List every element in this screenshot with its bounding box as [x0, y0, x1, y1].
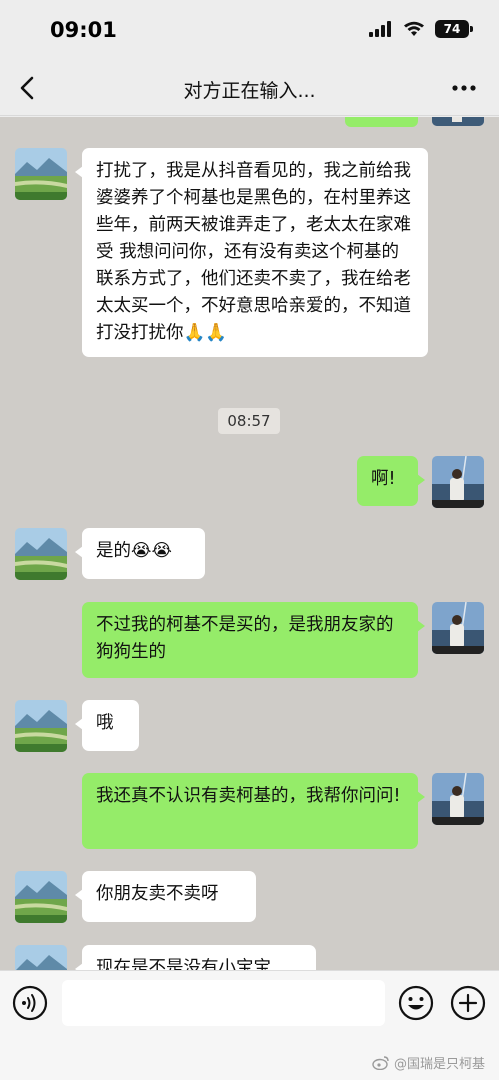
signal-icon: [369, 21, 391, 37]
emoji-icon[interactable]: [398, 985, 434, 1021]
message-bubble-received[interactable]: 打扰了，我是从抖音看见的，我之前给我婆婆养了个柯基也是黑色的，在村里养这些年，前…: [75, 148, 428, 357]
message-text: 啊!: [371, 469, 396, 489]
pray-emoji: 🙏🙏: [183, 323, 228, 343]
message-bubble-received[interactable]: 是的😭😭: [75, 528, 205, 579]
avatar[interactable]: [15, 148, 67, 200]
partial-avatar-top: [432, 117, 484, 126]
avatar[interactable]: [432, 456, 484, 508]
status-time: 09:01: [50, 18, 117, 42]
message-input[interactable]: [62, 980, 385, 1026]
watermark-text: @国瑞是只柯基: [393, 1057, 485, 1072]
avatar[interactable]: [15, 700, 67, 752]
avatar[interactable]: [15, 945, 67, 970]
message-bubble-sent[interactable]: 我还真不认识有卖柯基的，我帮你问问!: [82, 773, 425, 849]
chat-header: 对方正在输入...: [0, 60, 499, 116]
message-bubble-sent[interactable]: 啊!: [357, 456, 425, 506]
message-text: 不过我的柯基不是买的，是我朋友家的狗狗生的: [96, 615, 394, 662]
chat-area[interactable]: 打扰了，我是从抖音看见的，我之前给我婆婆养了个柯基也是黑色的，在村里养这些年，前…: [0, 117, 499, 970]
message-text: 打扰了，我是从抖音看见的，我之前给我婆婆养了个柯基也是黑色的，在村里养这些年，前…: [96, 161, 411, 343]
partial-bubble-top: [345, 117, 418, 127]
message-bubble-received[interactable]: 现在是不是没有小宝宝: [75, 945, 316, 970]
message-bubble-received[interactable]: 你朋友卖不卖呀: [75, 871, 256, 922]
message-text: 哦: [96, 713, 114, 733]
plus-icon[interactable]: [450, 985, 486, 1021]
message-bubble-received[interactable]: 哦: [75, 700, 139, 751]
avatar[interactable]: [432, 773, 484, 825]
message-bubble-sent[interactable]: 不过我的柯基不是买的，是我朋友家的狗狗生的: [82, 602, 425, 678]
avatar[interactable]: [432, 602, 484, 654]
voice-icon[interactable]: [12, 985, 48, 1021]
message-text: 现在是不是没有小宝宝: [96, 958, 271, 970]
input-bar: @国瑞是只柯基: [0, 970, 499, 1080]
weibo-icon: [372, 1055, 389, 1070]
message-text: 你朋友卖不卖呀: [96, 884, 219, 904]
more-icon[interactable]: [451, 74, 477, 102]
avatar[interactable]: [15, 528, 67, 580]
chat-timestamp: 08:57: [218, 408, 280, 434]
chat-title: 对方正在输入...: [183, 80, 316, 102]
message-text: 我还真不认识有卖柯基的，我帮你问问!: [96, 786, 401, 806]
wifi-icon: [404, 21, 424, 36]
watermark: @国瑞是只柯基: [372, 1053, 485, 1072]
status-bar: 09:01 74: [0, 0, 499, 60]
avatar[interactable]: [15, 871, 67, 923]
crying-emoji: 😭😭: [131, 541, 172, 561]
message-text: 是的: [96, 541, 131, 561]
status-icons: 74: [369, 20, 473, 38]
battery-indicator: 74: [435, 20, 473, 38]
